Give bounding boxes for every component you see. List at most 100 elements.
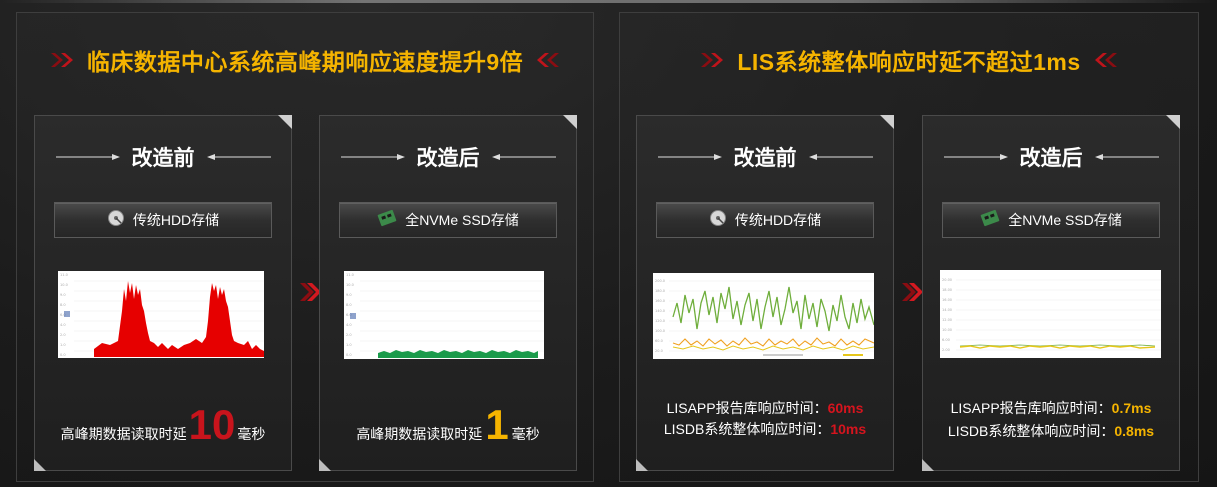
svg-text:1.0: 1.0 [346, 343, 352, 347]
heading-line-right-icon [205, 148, 271, 166]
svg-text:2.0: 2.0 [60, 333, 66, 337]
svg-text:0.0: 0.0 [346, 353, 352, 357]
heading-line-left-icon [657, 148, 724, 166]
svg-text:100.0: 100.0 [655, 329, 665, 333]
svg-text:9.0: 9.0 [60, 293, 66, 297]
card-corner-decoration [278, 115, 292, 129]
ssd-icon [980, 209, 1000, 232]
card-before-hdd: 改造前 传统HDD存储 11.0 10.0 9.0 8.0 6.0 4.0 2.0 1.0 0… [34, 115, 292, 471]
card-corner-decoration [34, 459, 46, 471]
svg-text:4.0: 4.0 [346, 323, 352, 327]
card-heading-row: 改造前 [35, 142, 291, 172]
storage-type-ssd: 全NVMe SSD存储 [339, 202, 557, 238]
section-title: LIS系统整体响应时延不超过1ms [737, 49, 1081, 75]
card-heading-row: 改造后 [320, 142, 576, 172]
svg-text:0.0: 0.0 [60, 353, 66, 357]
svg-text:6.00: 6.00 [942, 338, 950, 342]
metric-lisdb-response: LISDB系统整体响应时间：10ms [637, 419, 893, 439]
caption-suffix: 毫秒 [237, 426, 266, 442]
svg-text:10.00: 10.00 [942, 328, 952, 332]
svg-text:20.00: 20.00 [942, 278, 952, 282]
svg-text:2.0: 2.0 [346, 333, 352, 337]
svg-text:140.0: 140.0 [655, 309, 665, 313]
card-corner-decoration [563, 115, 577, 129]
metric-label: LISAPP报告库响应时间： [666, 400, 828, 416]
svg-text:10.0: 10.0 [60, 283, 68, 287]
svg-text:200.0: 200.0 [655, 279, 665, 283]
card-after-ssd: 改造后 全NVMe SSD存储 20.00 18.00 16.00 14.00 12.… [922, 115, 1180, 471]
metric-lisapp-response: LISAPP报告库响应时间：0.7ms [923, 398, 1179, 418]
hdd-icon [709, 209, 727, 232]
metric-value: 10ms [830, 421, 867, 437]
metric-lisdb-response: LISDB系统整体响应时间：0.8ms [923, 421, 1179, 441]
metric-value: 0.7ms [1111, 400, 1152, 416]
card-heading: 改造后 [416, 147, 480, 170]
svg-text:11.0: 11.0 [60, 273, 68, 277]
heading-line-left-icon [340, 148, 407, 166]
chevrons-right-icon [699, 51, 727, 69]
card-corner-decoration [922, 459, 934, 471]
caption-value: 1 [485, 401, 509, 448]
caption-peak-latency: 高峰期数据读取时延 10 毫秒 [35, 404, 291, 446]
metric-label: LISAPP报告库响应时间： [950, 400, 1112, 416]
card-after-ssd: 改造后 全NVMe SSD存储 11.0 10.0 9.0 8.0 6.0 4.0 2.0… [319, 115, 577, 471]
section-title: 临床数据中心系统高峰期响应速度提升9倍 [86, 49, 524, 75]
svg-text:120.0: 120.0 [655, 319, 665, 323]
caption-peak-latency: 高峰期数据读取时延 1 毫秒 [320, 404, 576, 446]
chevrons-right-icon [49, 51, 77, 69]
card-before-hdd: 改造前 传统HDD存储 200.0 180.0 160.0 140.0 120.0 10… [636, 115, 894, 471]
heading-line-right-icon [1093, 148, 1159, 166]
svg-text:60.0: 60.0 [655, 339, 663, 343]
card-corner-decoration [1166, 115, 1180, 129]
card-heading-row: 改造前 [637, 142, 893, 172]
caption-prefix: 高峰期数据读取时延 [60, 426, 187, 442]
svg-text:4.0: 4.0 [60, 323, 66, 327]
svg-text:11.0: 11.0 [346, 273, 354, 277]
chart-hdd-latency: 11.0 10.0 9.0 8.0 6.0 4.0 2.0 1.0 0.0 [58, 271, 264, 358]
card-corner-decoration [319, 459, 331, 471]
card-heading: 改造前 [733, 147, 797, 170]
chevrons-left-icon [533, 51, 561, 69]
card-heading: 改造前 [131, 147, 195, 170]
svg-text:2.00: 2.00 [942, 348, 950, 352]
card-heading-row: 改造后 [923, 142, 1179, 172]
storage-label: 传统HDD存储 [734, 212, 822, 228]
svg-text:20.0: 20.0 [655, 349, 663, 353]
section-clinical-data-center: 临床数据中心系统高峰期响应速度提升9倍 改造前 传统HDD存储 11.0 10.… [16, 12, 594, 482]
svg-text:8.0: 8.0 [346, 303, 352, 307]
svg-text:9.0: 9.0 [346, 293, 352, 297]
card-corner-decoration [880, 115, 894, 129]
section-lis-system: LIS系统整体响应时延不超过1ms 改造前 传统HDD存储 200.0 180.… [619, 12, 1199, 482]
chart-lis-ssd-latency: 20.00 18.00 16.00 14.00 12.00 10.00 6.00 2.00 [940, 270, 1161, 358]
storage-label: 传统HDD存储 [132, 212, 220, 228]
caption-value: 10 [188, 401, 236, 448]
svg-text:18.00: 18.00 [942, 288, 952, 292]
storage-label: 全NVMe SSD存储 [1008, 212, 1122, 228]
caption-prefix: 高峰期数据读取时延 [356, 426, 483, 442]
storage-type-hdd: 传统HDD存储 [656, 202, 874, 238]
metric-value: 60ms [827, 400, 864, 416]
storage-type-hdd: 传统HDD存储 [54, 202, 272, 238]
section-title-row: LIS系统整体响应时延不超过1ms [620, 43, 1198, 77]
chart-ssd-latency: 11.0 10.0 9.0 8.0 6.0 4.0 2.0 1.0 0.0 [344, 271, 544, 359]
heading-line-left-icon [943, 148, 1010, 166]
ssd-icon [377, 209, 397, 232]
chevrons-left-icon [1091, 51, 1119, 69]
storage-type-ssd: 全NVMe SSD存储 [942, 202, 1160, 238]
svg-text:14.00: 14.00 [942, 308, 952, 312]
chart-lis-hdd-latency: 200.0 180.0 160.0 140.0 120.0 100.0 60.0 20.0 [653, 273, 874, 359]
svg-text:8.0: 8.0 [60, 303, 66, 307]
svg-text:160.0: 160.0 [655, 299, 665, 303]
hdd-icon [107, 209, 125, 232]
section-title-row: 临床数据中心系统高峰期响应速度提升9倍 [17, 43, 593, 77]
metric-label: LISDB系统整体响应时间： [663, 421, 831, 437]
top-highlight-line [0, 0, 1217, 3]
storage-label: 全NVMe SSD存储 [405, 212, 519, 228]
svg-text:12.00: 12.00 [942, 318, 952, 322]
metric-lisapp-response: LISAPP报告库响应时间：60ms [637, 398, 893, 418]
svg-text:1.0: 1.0 [60, 343, 66, 347]
heading-line-left-icon [55, 148, 122, 166]
svg-text:16.00: 16.00 [942, 298, 952, 302]
card-corner-decoration [636, 459, 648, 471]
heading-line-right-icon [807, 148, 873, 166]
